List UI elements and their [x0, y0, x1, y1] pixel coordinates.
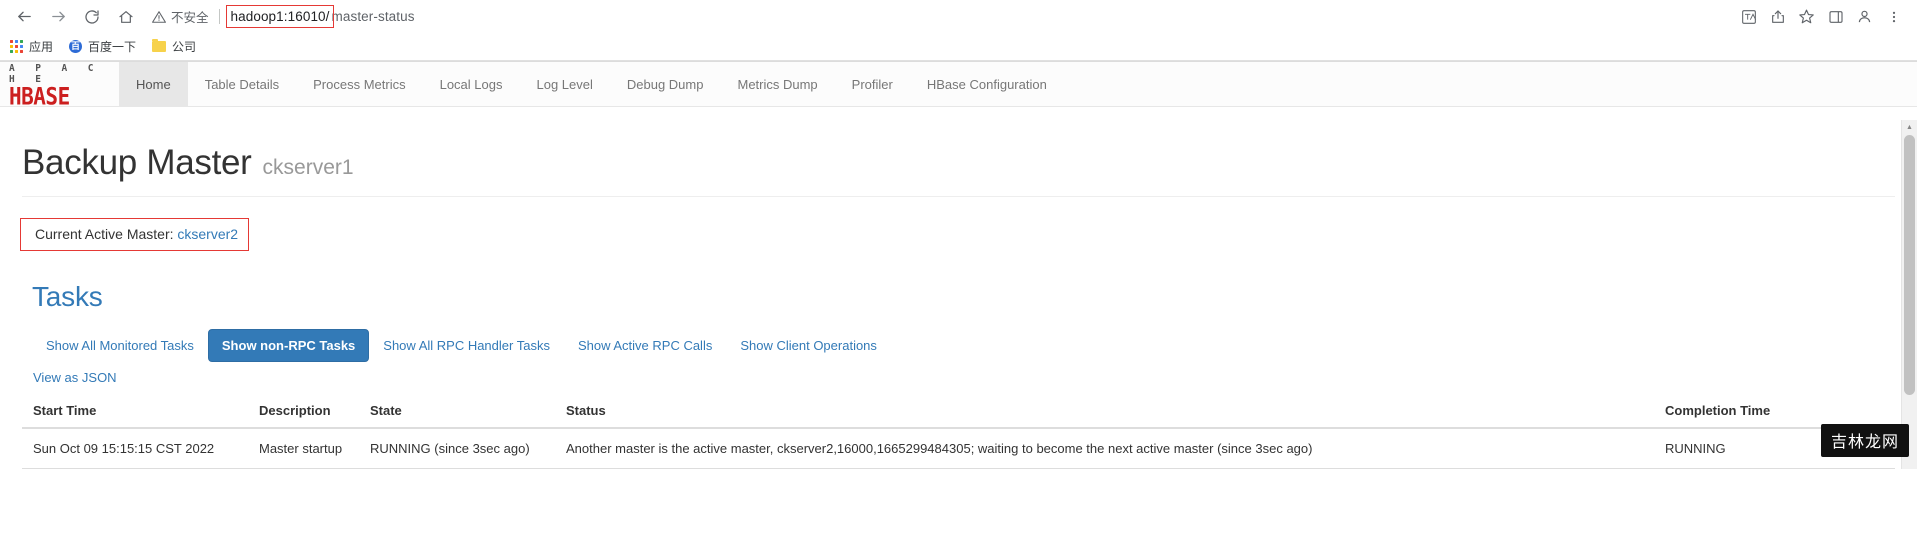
page-scrollbar[interactable]: ▲	[1901, 120, 1917, 469]
profile-avatar-icon[interactable]	[1851, 3, 1878, 30]
home-icon[interactable]	[112, 3, 140, 31]
nav-item-log-level[interactable]: Log Level	[519, 62, 609, 106]
cell-start-time: Sun Oct 09 15:15:15 CST 2022	[22, 428, 248, 469]
security-label: 不安全	[171, 11, 209, 25]
baidu-icon: 百	[69, 40, 83, 53]
warning-triangle-icon	[152, 10, 166, 23]
scrollbar-thumb[interactable]	[1904, 135, 1915, 395]
show-client-operations-button[interactable]: Show Client Operations	[726, 329, 891, 362]
browser-toolbar: 不安全 hadoop1:16010/master-status	[0, 0, 1917, 33]
table-row: Sun Oct 09 15:15:15 CST 2022 Master star…	[22, 428, 1895, 469]
url-text[interactable]: hadoop1:16010/master-status	[225, 5, 415, 28]
bookmark-label: 百度一下	[88, 40, 137, 54]
browser-chrome: 不安全 hadoop1:16010/master-status 应用 百 百度一…	[0, 0, 1917, 62]
site-navbar: A P A C H E HBASE Home Table Details Pro…	[0, 62, 1917, 110]
show-all-rpc-handler-tasks-button[interactable]: Show All RPC Handler Tasks	[369, 329, 564, 362]
nav-item-hbase-configuration[interactable]: HBase Configuration	[910, 62, 1064, 106]
tasks-table: Start Time Description State Status Comp…	[22, 394, 1895, 469]
bookmark-company-folder[interactable]: 公司	[152, 38, 196, 55]
omnibox[interactable]: 不安全 hadoop1:16010/master-status	[152, 5, 1727, 29]
nav-item-metrics-dump[interactable]: Metrics Dump	[720, 62, 834, 106]
bookmark-label: 应用	[29, 40, 54, 54]
nav-item-process-metrics[interactable]: Process Metrics	[296, 62, 422, 106]
apps-grid-icon	[10, 40, 23, 53]
url-host-highlight: hadoop1:16010/	[225, 5, 334, 28]
bookmark-label: 公司	[172, 40, 197, 54]
hbase-logo[interactable]: A P A C H E HBASE	[0, 62, 119, 110]
column-header-status: Status	[555, 394, 1654, 429]
page-subtitle: ckserver1	[262, 156, 354, 179]
back-icon[interactable]	[10, 3, 38, 31]
column-header-completion-time: Completion Time	[1654, 394, 1895, 429]
share-icon[interactable]	[1764, 3, 1791, 30]
column-header-start-time: Start Time	[22, 394, 248, 429]
translate-icon[interactable]	[1735, 3, 1762, 30]
forward-icon[interactable]	[44, 3, 72, 31]
url-host: hadoop1:16010/	[230, 9, 330, 24]
current-active-master: Current Active Master: ckserver2	[20, 218, 250, 251]
nav-item-local-logs[interactable]: Local Logs	[423, 62, 520, 106]
url-path: master-status	[331, 9, 415, 24]
show-non-rpc-tasks-button[interactable]: Show non-RPC Tasks	[207, 329, 370, 362]
tasks-heading: Tasks	[32, 281, 103, 312]
nav-item-home[interactable]: Home	[119, 62, 188, 106]
cell-state: RUNNING (since 3sec ago)	[359, 428, 555, 469]
tasks-filter-buttons: Show All Monitored Tasks Show non-RPC Ta…	[32, 329, 1895, 362]
scroll-up-icon[interactable]: ▲	[1902, 120, 1917, 135]
reload-icon[interactable]	[78, 3, 106, 31]
active-master-link[interactable]: ckserver2	[177, 226, 238, 242]
view-as-json-link[interactable]: View as JSON	[33, 370, 117, 385]
show-active-rpc-calls-button[interactable]: Show Active RPC Calls	[564, 329, 726, 362]
column-header-description: Description	[248, 394, 359, 429]
bookmark-apps[interactable]: 应用	[10, 38, 53, 55]
page-content: Backup Master ckserver1 Current Active M…	[0, 107, 1917, 469]
bookmark-baidu[interactable]: 百 百度一下	[69, 38, 136, 55]
nav-item-debug-dump[interactable]: Debug Dump	[610, 62, 721, 106]
active-master-label: Current Active Master:	[35, 226, 174, 242]
toolbar-icons	[1735, 3, 1907, 30]
cell-status: Another master is the active master, cks…	[555, 428, 1654, 469]
folder-icon	[152, 39, 167, 52]
show-all-monitored-tasks-button[interactable]: Show All Monitored Tasks	[32, 329, 208, 362]
hbase-page: A P A C H E HBASE Home Table Details Pro…	[0, 62, 1917, 469]
bookmarks-bar: 应用 百 百度一下 公司	[0, 33, 1917, 61]
nav-items: Home Table Details Process Metrics Local…	[119, 62, 1064, 106]
column-header-state: State	[359, 394, 555, 429]
page-title: Backup Master	[22, 143, 252, 182]
table-header-row: Start Time Description State Status Comp…	[22, 394, 1895, 429]
menu-kebab-icon[interactable]	[1880, 3, 1907, 30]
bookmark-star-icon[interactable]	[1793, 3, 1820, 30]
nav-item-profiler[interactable]: Profiler	[835, 62, 910, 106]
nav-item-table-details[interactable]: Table Details	[188, 62, 296, 106]
logo-hbase-text: HBASE	[9, 82, 70, 110]
watermark: 吉林龙网	[1820, 424, 1909, 457]
security-chip[interactable]: 不安全	[152, 7, 209, 26]
cell-description: Master startup	[248, 428, 359, 469]
omnibox-divider	[218, 9, 220, 24]
logo-apache-text: A P A C H E	[9, 62, 101, 85]
sidepanel-icon[interactable]	[1822, 3, 1849, 30]
page-header: Backup Master ckserver1	[22, 107, 1895, 197]
